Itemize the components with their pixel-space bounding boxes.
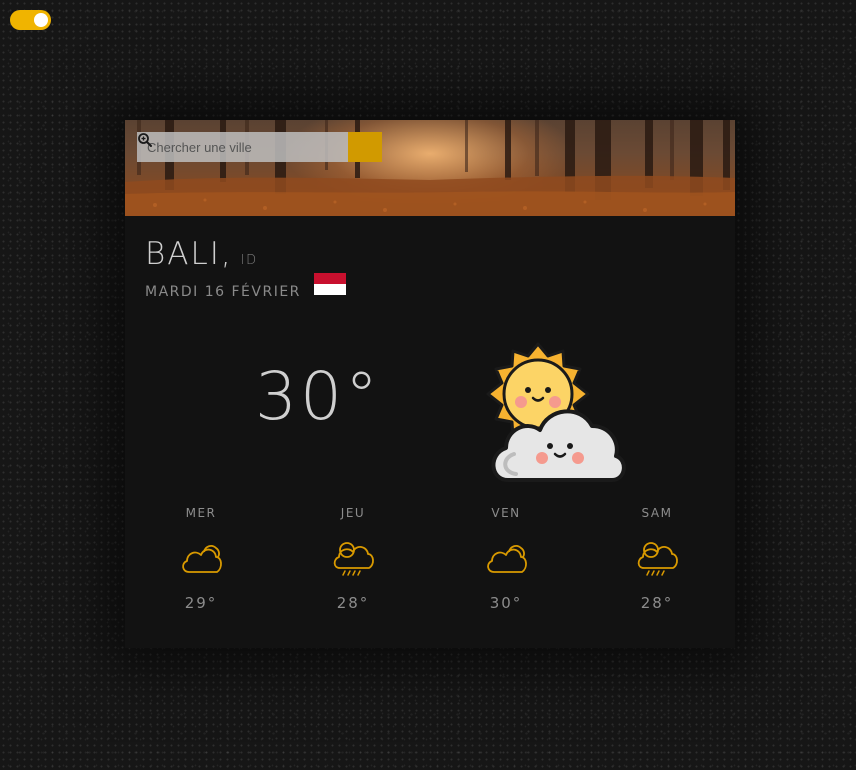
forecast-temp: 28° xyxy=(640,594,674,612)
forecast-day-name: SAM xyxy=(641,506,673,520)
forecast-day-2: JEU 28° xyxy=(293,506,413,612)
weather-card: BALI, ID MARDI 16 FÉVRIER 30° xyxy=(125,120,735,648)
forecast-day-name: VEN xyxy=(491,506,521,520)
search-button[interactable] xyxy=(138,132,382,162)
forecast-temp: 28° xyxy=(336,594,370,612)
current-temperature: 30° xyxy=(255,358,381,435)
country-code: ID xyxy=(240,253,258,268)
forecast-day-name: JEU xyxy=(340,506,366,520)
forecast-day-name: MER xyxy=(185,506,217,520)
search-zoom-icon xyxy=(138,133,152,147)
sun-cloud-rain-icon xyxy=(293,538,413,582)
cloud-icon xyxy=(141,538,261,582)
theme-toggle[interactable] xyxy=(10,10,51,30)
forest-banner-image xyxy=(125,120,735,216)
indonesia-flag-icon xyxy=(314,273,346,295)
city-label: BALI, xyxy=(145,236,233,272)
city-name: BALI, ID xyxy=(145,236,258,272)
forecast-temp: 30° xyxy=(489,594,523,612)
current-date: MARDI 16 FÉVRIER xyxy=(145,284,301,300)
city-search-input[interactable] xyxy=(137,132,348,162)
forecast-temp: 29° xyxy=(184,594,218,612)
forecast-day-3: VEN 30° xyxy=(446,506,566,612)
search-bar xyxy=(137,132,382,162)
toggle-knob xyxy=(34,13,48,27)
sun-behind-cloud-icon xyxy=(480,342,630,497)
sun-cloud-rain-icon xyxy=(597,538,717,582)
forecast-day-1: MER 29° xyxy=(141,506,261,612)
cloud-icon xyxy=(446,538,566,582)
forecast-day-4: SAM 28° xyxy=(597,506,717,612)
